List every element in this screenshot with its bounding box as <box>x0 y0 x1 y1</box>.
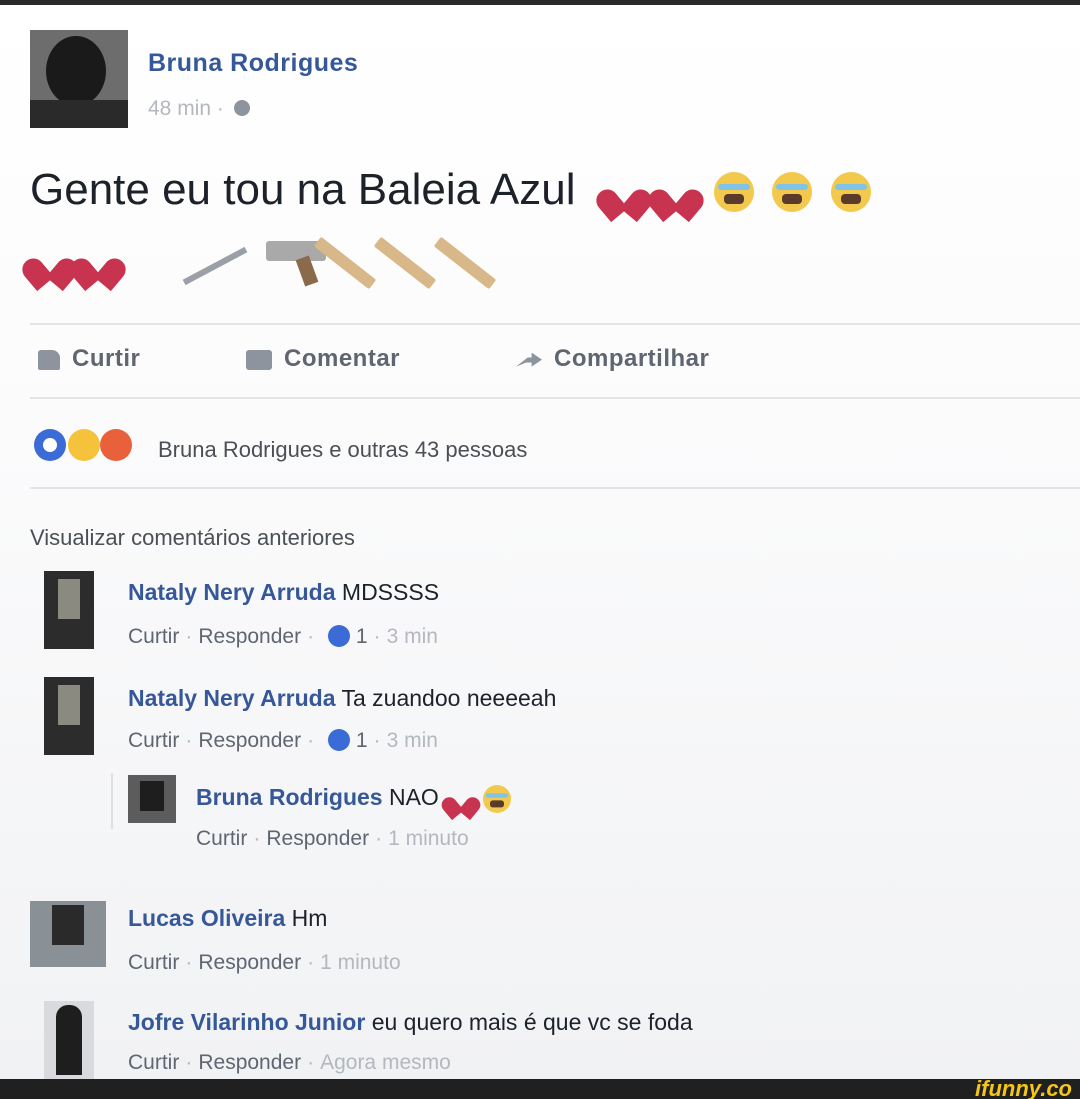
globe-icon <box>233 100 250 116</box>
broken-heart-emoji <box>30 243 70 279</box>
divider <box>30 323 1080 325</box>
wow-reaction-icon <box>68 429 100 461</box>
wooden-stick-emoji <box>373 236 437 290</box>
comment: Nataly Nery Arruda MDSSSS <box>128 579 439 606</box>
view-previous-comments-link[interactable]: Visualizar comentários anteriores <box>30 525 355 551</box>
crying-face-emoji <box>830 172 871 213</box>
avatar[interactable] <box>44 571 94 649</box>
divider <box>30 397 1080 399</box>
like-reaction-icon <box>328 729 351 751</box>
crying-face-emoji <box>772 172 813 213</box>
comment-like-count[interactable]: 1 <box>356 729 368 752</box>
avatar[interactable] <box>44 1001 94 1079</box>
comment-bubble-icon <box>246 349 272 370</box>
comment-author[interactable]: Nataly Nery Arruda <box>128 685 336 711</box>
angry-reaction-icon <box>100 429 132 461</box>
share-button[interactable]: Compartilhar <box>516 345 709 373</box>
comment-like-link[interactable]: Curtir <box>128 729 179 752</box>
comment-like-link[interactable]: Curtir <box>128 1051 179 1074</box>
comment-time[interactable]: 1 minuto <box>320 951 401 974</box>
comment-actions: Curtir · Responder · 1 · 3 min <box>128 729 438 752</box>
comment-reply: Bruna Rodrigues NAO <box>196 779 517 819</box>
comment-button[interactable]: Comentar <box>246 345 400 373</box>
comment-like-link[interactable]: Curtir <box>128 951 179 974</box>
comment-actions: Curtir · Responder · 1 minuto <box>196 827 469 850</box>
comment-reply-link[interactable]: Responder <box>198 729 301 752</box>
post-author-name[interactable]: Bruna Rodrigues <box>148 49 358 78</box>
comment-time[interactable]: 1 minuto <box>388 827 469 850</box>
comment-actions: Curtir · Responder · Agora mesmo <box>128 1051 451 1074</box>
share-arrow-icon <box>516 352 542 367</box>
comment-text: NAO <box>388 784 439 811</box>
like-thumb-icon <box>38 349 60 370</box>
facebook-post: Bruna Rodrigues 48 min · Gente eu tou na… <box>0 5 1080 1079</box>
reply-thread-line <box>111 773 113 829</box>
comment-author[interactable]: Jofre Vilarinho Junior <box>128 1009 365 1035</box>
comment-time[interactable]: Agora mesmo <box>320 1051 451 1074</box>
post-time[interactable]: 48 min · <box>148 97 224 120</box>
comment-like-link[interactable]: Curtir <box>128 625 179 648</box>
wooden-stick-emoji <box>433 236 497 290</box>
comment-reply-link[interactable]: Responder <box>198 1051 301 1074</box>
crying-face-emoji <box>483 785 512 813</box>
comment-author[interactable]: Bruna Rodrigues <box>196 784 383 810</box>
reactions-summary[interactable]: Bruna Rodrigues e outras 43 pessoas <box>158 437 527 463</box>
comment-text: MDSSSS <box>341 579 440 605</box>
comment-like-count[interactable]: 1 <box>356 625 368 648</box>
broken-heart-emoji <box>78 243 118 279</box>
avatar[interactable] <box>128 775 176 823</box>
ifunny-watermark: ifunny.co <box>975 1076 1072 1099</box>
comment-label: Comentar <box>284 345 401 372</box>
like-button[interactable]: Curtir <box>38 345 140 373</box>
broken-heart-emoji <box>604 174 644 210</box>
broken-heart-emoji <box>447 786 475 811</box>
comment: Jofre Vilarinho Junior eu quero mais é q… <box>128 1009 693 1036</box>
like-reaction-icon <box>328 625 351 647</box>
comment-text: eu quero mais é que vc se foda <box>371 1009 693 1035</box>
comment-reply-link[interactable]: Responder <box>198 951 301 974</box>
comment-like-link[interactable]: Curtir <box>196 827 247 850</box>
post-author-avatar[interactable] <box>30 30 128 128</box>
share-label: Compartilhar <box>554 345 710 372</box>
divider <box>30 487 1080 489</box>
avatar[interactable] <box>44 677 94 755</box>
knife-emoji <box>182 246 248 286</box>
like-reaction-icon <box>34 429 66 461</box>
comment: Nataly Nery Arruda Ta zuandoo neeeeah <box>128 685 556 712</box>
comment-actions: Curtir · Responder · 1 · 3 min <box>128 625 438 648</box>
comment-reply-link[interactable]: Responder <box>198 625 301 648</box>
comment-reply-link[interactable]: Responder <box>266 827 369 850</box>
bottom-bar <box>0 1079 1080 1099</box>
comment-text: Hm <box>291 905 328 931</box>
comment-actions: Curtir · Responder · 1 minuto <box>128 951 401 974</box>
avatar[interactable] <box>30 901 106 967</box>
post-text: Gente eu tou na Baleia Azul <box>30 165 871 215</box>
post-text-content: Gente eu tou na Baleia Azul <box>30 165 576 214</box>
post-timestamp[interactable]: 48 min · <box>148 97 250 121</box>
broken-heart-emoji <box>656 174 696 210</box>
comment: Lucas Oliveira Hm <box>128 905 327 932</box>
comment-text: Ta zuandoo neeeeah <box>341 685 557 711</box>
comment-time[interactable]: 3 min <box>387 625 438 648</box>
wooden-stick-emoji <box>313 236 377 290</box>
comment-author[interactable]: Nataly Nery Arruda <box>128 579 336 605</box>
comment-time[interactable]: 3 min <box>387 729 438 752</box>
comment-author[interactable]: Lucas Oliveira <box>128 905 285 931</box>
crying-face-emoji <box>714 172 755 213</box>
like-label: Curtir <box>72 345 141 372</box>
